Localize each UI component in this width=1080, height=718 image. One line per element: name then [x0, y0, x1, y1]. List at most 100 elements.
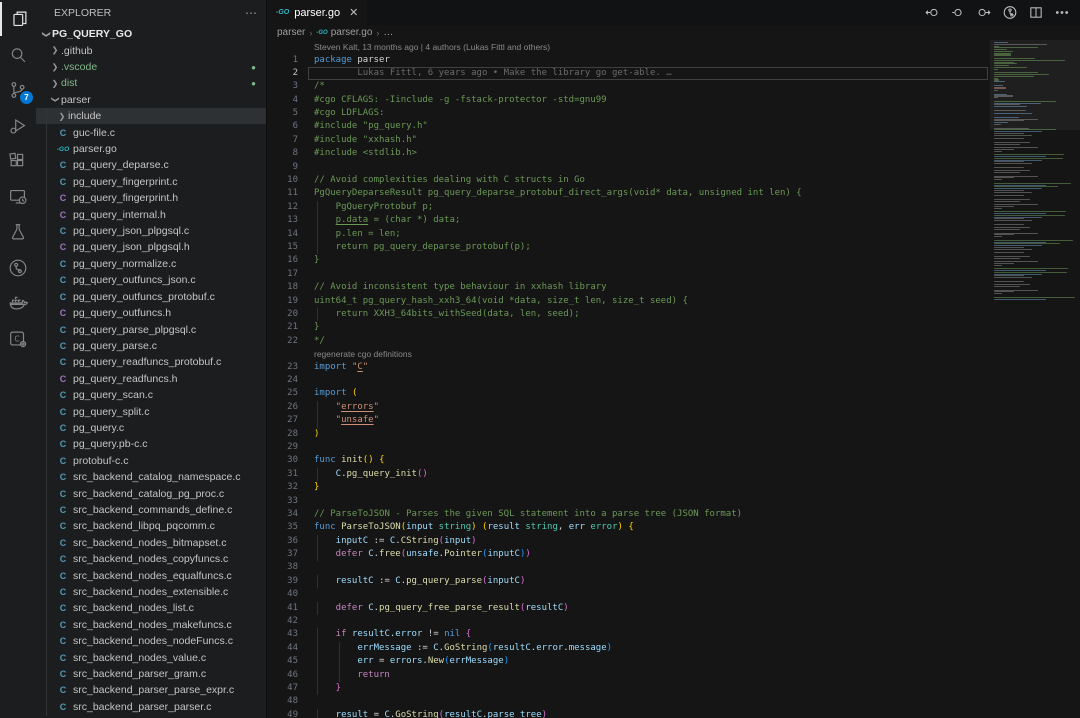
code-line-29[interactable]: 29	[267, 441, 990, 454]
code-line-31[interactable]: 31C.pg_query_init()	[267, 468, 990, 481]
code-line-37[interactable]: 37defer C.free(unsafe.Pointer(inputC))	[267, 548, 990, 561]
code-line-23[interactable]: 23import "C"	[267, 361, 990, 374]
code-line-39[interactable]: 39resultC := C.pg_query_parse(inputC)	[267, 575, 990, 588]
tree-item-src-backend-commands-define-c[interactable]: Csrc_backend_commands_define.c	[36, 502, 266, 518]
code-line-34[interactable]: 34// ParseToJSON - Parses the given SQL …	[267, 508, 990, 521]
code-line-46[interactable]: 46return	[267, 669, 990, 682]
activity-source-control-icon[interactable]: 7	[0, 73, 36, 107]
tree-item--vscode[interactable]: ❯.vscode●	[36, 59, 266, 75]
tree-item-src-backend-catalog-namespace-c[interactable]: Csrc_backend_catalog_namespace.c	[36, 469, 266, 485]
tree-item-pg-query-c[interactable]: Cpg_query.c	[36, 420, 266, 436]
tree-item-src-backend-nodes-value-c[interactable]: Csrc_backend_nodes_value.c	[36, 649, 266, 665]
tree-item-pg-query-outfuncs-protobuf-c[interactable]: Cpg_query_outfuncs_protobuf.c	[36, 289, 266, 305]
code-line-5[interactable]: 5#cgo LDFLAGS:	[267, 107, 990, 120]
code-line-8[interactable]: 8#include <stdlib.h>	[267, 147, 990, 160]
breadcrumb-item-1[interactable]: parser	[277, 27, 305, 38]
tree-item-pg-query-readfuncs-h[interactable]: Cpg_query_readfuncs.h	[36, 371, 266, 387]
tree-item-src-backend-nodes-equalfuncs-c[interactable]: Csrc_backend_nodes_equalfuncs.c	[36, 567, 266, 583]
code-line-26[interactable]: 26"errors"	[267, 401, 990, 414]
code-line-12[interactable]: 12PgQueryProtobuf p;	[267, 201, 990, 214]
close-tab-icon[interactable]: ✕	[349, 6, 358, 19]
code-line-32[interactable]: 32}	[267, 481, 990, 494]
tree-item-pg-query-normalize-c[interactable]: Cpg_query_normalize.c	[36, 256, 266, 272]
tree-item-src-backend-nodes-extensible-c[interactable]: Csrc_backend_nodes_extensible.c	[36, 584, 266, 600]
code-line-3[interactable]: 3/*	[267, 80, 990, 93]
tree-item-pg-query-internal-h[interactable]: Cpg_query_internal.h	[36, 206, 266, 222]
activity-testing-icon[interactable]	[0, 215, 36, 249]
explorer-more-actions-icon[interactable]: ⋯	[245, 6, 258, 20]
tree-item-src-backend-parser-parse-expr-c[interactable]: Csrc_backend_parser_parse_expr.c	[36, 682, 266, 698]
code-lens[interactable]: regenerate cgo definitions	[267, 348, 990, 361]
code-line-16[interactable]: 16}	[267, 254, 990, 267]
tree-item-pg-query-outfuncs-json-c[interactable]: Cpg_query_outfuncs_json.c	[36, 272, 266, 288]
tab-parser-go[interactable]: -GO parser.go ✕	[267, 0, 367, 25]
tree-item-dist[interactable]: ❯dist●	[36, 75, 266, 91]
code-line-24[interactable]: 24	[267, 374, 990, 387]
code-line-30[interactable]: 30func init() {	[267, 454, 990, 467]
code-line-13[interactable]: 13p.data = (char *) data;	[267, 214, 990, 227]
code-line-11[interactable]: 11PgQueryDeparseResult pg_query_deparse_…	[267, 187, 990, 200]
code-line-21[interactable]: 21}	[267, 321, 990, 334]
code-line-49[interactable]: 49result = C.GoString(resultC.parse_tree…	[267, 709, 990, 718]
tree-item-src-backend-nodes-nodefuncs-c[interactable]: Csrc_backend_nodes_nodeFuncs.c	[36, 633, 266, 649]
tree-item-include[interactable]: ❯include	[36, 108, 266, 124]
code-line-47[interactable]: 47}	[267, 682, 990, 695]
activity-search-icon[interactable]	[0, 38, 36, 72]
previous-change-icon[interactable]	[924, 5, 940, 20]
minimap[interactable]	[990, 40, 1080, 718]
tree-item-src-backend-nodes-makefuncs-c[interactable]: Csrc_backend_nodes_makefuncs.c	[36, 617, 266, 633]
code-line-45[interactable]: 45err = errors.New(errMessage)	[267, 655, 990, 668]
code-line-1[interactable]: 1package parser	[267, 54, 990, 67]
code-line-22[interactable]: 22*/	[267, 335, 990, 348]
code-line-28[interactable]: 28)	[267, 428, 990, 441]
tree-item-src-backend-catalog-pg-proc-c[interactable]: Csrc_backend_catalog_pg_proc.c	[36, 485, 266, 501]
code-line-2[interactable]: 2 Lukas Fittl, 6 years ago • Make the li…	[267, 67, 990, 80]
code-line-33[interactable]: 33	[267, 495, 990, 508]
code-line-17[interactable]: 17	[267, 268, 990, 281]
code-line-15[interactable]: 15return pg_query_deparse_protobuf(p);	[267, 241, 990, 254]
activity-run-debug-icon[interactable]	[0, 109, 36, 143]
more-actions-icon[interactable]	[1054, 5, 1070, 20]
tree-item-pg-query-parse-plpgsql-c[interactable]: Cpg_query_parse_plpgsql.c	[36, 321, 266, 337]
tree-item-pg-query-deparse-c[interactable]: Cpg_query_deparse.c	[36, 157, 266, 173]
tree-item-src-backend-parser-parser-c[interactable]: Csrc_backend_parser_parser.c	[36, 699, 266, 715]
breadcrumb-item-3[interactable]: …	[383, 27, 393, 38]
code-line-9[interactable]: 9	[267, 161, 990, 174]
code-line-19[interactable]: 19uint64_t pg_query_hash_xxh3_64(void *d…	[267, 295, 990, 308]
code-line-4[interactable]: 4#cgo CFLAGS: -Iinclude -g -fstack-prote…	[267, 94, 990, 107]
code-line-7[interactable]: 7#include "xxhash.h"	[267, 134, 990, 147]
file-history-icon[interactable]	[1002, 5, 1018, 20]
tree-item-parser[interactable]: ❯parser	[36, 92, 266, 108]
code-line-27[interactable]: 27"unsafe"	[267, 414, 990, 427]
tree-item-protobuf-c-c[interactable]: Cprotobuf-c.c	[36, 453, 266, 469]
tree-item-pg-query-fingerprint-c[interactable]: Cpg_query_fingerprint.c	[36, 174, 266, 190]
code-line-48[interactable]: 48	[267, 695, 990, 708]
split-editor-icon[interactable]	[1028, 5, 1044, 20]
activity-explorer-icon[interactable]	[0, 2, 36, 36]
tree-item-guc-file-c[interactable]: Cguc-file.c	[36, 124, 266, 140]
tree-item-pg-query-readfuncs-protobuf-c[interactable]: Cpg_query_readfuncs_protobuf.c	[36, 354, 266, 370]
toggle-blame-icon[interactable]	[950, 5, 966, 20]
code-line-43[interactable]: 43if resultC.error != nil {	[267, 628, 990, 641]
activity-gitlens-icon[interactable]	[0, 251, 36, 285]
code-line-14[interactable]: 14p.len = len;	[267, 228, 990, 241]
tree-item-pg-query-json-plpgsql-c[interactable]: Cpg_query_json_plpgsql.c	[36, 223, 266, 239]
code-line-10[interactable]: 10// Avoid complexities dealing with C s…	[267, 174, 990, 187]
code-line-25[interactable]: 25import (	[267, 387, 990, 400]
tree-item-pg-query-fingerprint-h[interactable]: Cpg_query_fingerprint.h	[36, 190, 266, 206]
tree-item-pg-query-parse-c[interactable]: Cpg_query_parse.c	[36, 338, 266, 354]
breadcrumb-item-2[interactable]: -GOparser.go	[316, 27, 372, 38]
gitlens-authors-lens[interactable]: Steven Kalt, 13 months ago | 4 authors (…	[267, 41, 990, 54]
activity-remote-explorer-icon[interactable]	[0, 180, 36, 214]
tree-item-src-backend-libpq-pqcomm-c[interactable]: Csrc_backend_libpq_pqcomm.c	[36, 518, 266, 534]
code-line-35[interactable]: 35func ParseToJSON(input string) (result…	[267, 521, 990, 534]
code-line-42[interactable]: 42	[267, 615, 990, 628]
code-line-18[interactable]: 18// Avoid inconsistent type behaviour i…	[267, 281, 990, 294]
tree-root-folder[interactable]: ❯PG_QUERY_GO	[36, 26, 266, 42]
code-line-38[interactable]: 38	[267, 561, 990, 574]
tree-item-pg-query-pb-c-c[interactable]: Cpg_query.pb-c.c	[36, 436, 266, 452]
code-line-40[interactable]: 40	[267, 588, 990, 601]
activity-docker-icon[interactable]	[0, 286, 36, 320]
code-line-41[interactable]: 41defer C.pg_query_free_parse_result(res…	[267, 602, 990, 615]
tree-item-pg-query-outfuncs-h[interactable]: Cpg_query_outfuncs.h	[36, 305, 266, 321]
